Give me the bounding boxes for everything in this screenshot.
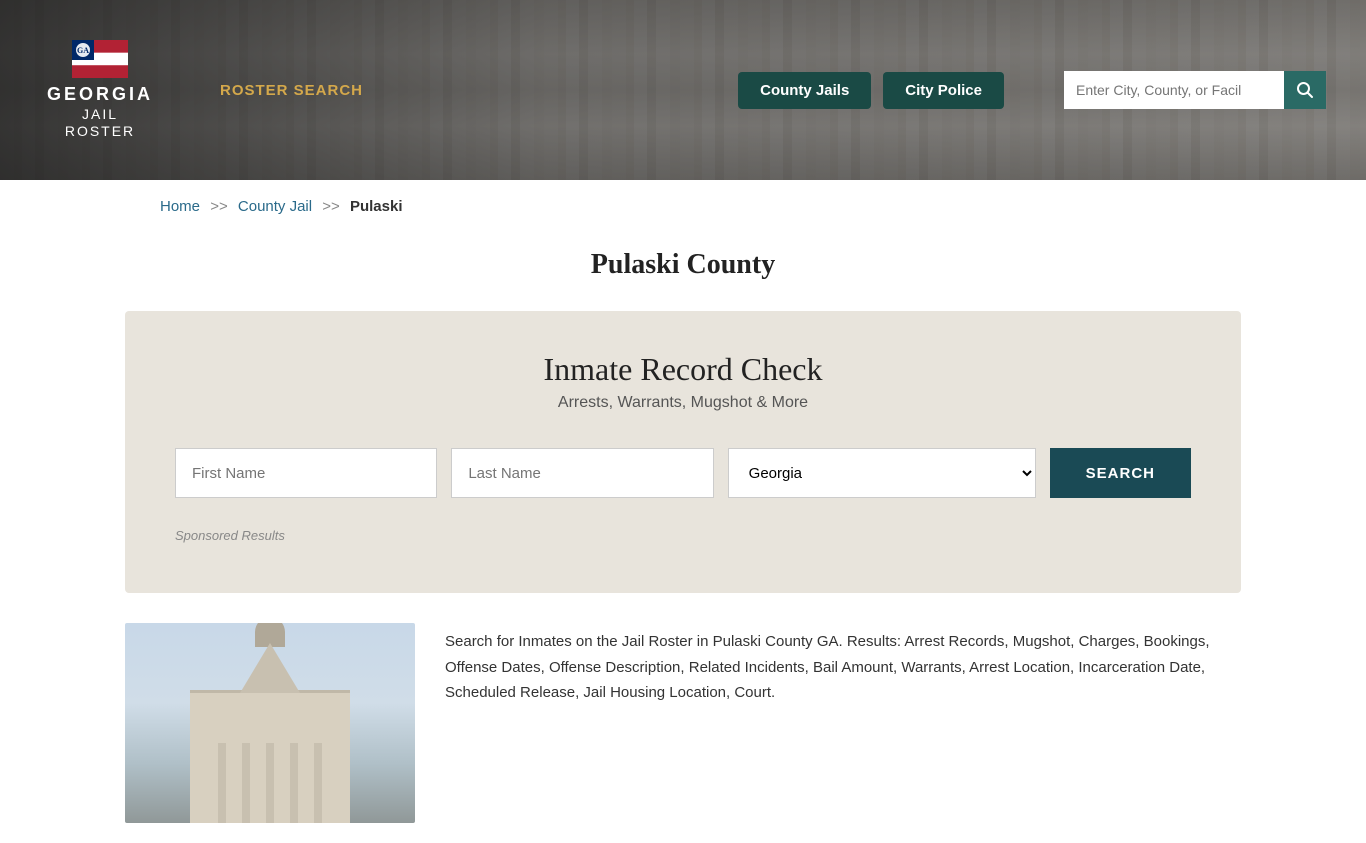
last-name-input[interactable] [451,448,713,498]
header-nav: ROSTER SEARCH County Jails City Police [220,71,1326,109]
header-search-button[interactable] [1284,71,1326,109]
page-title: Pulaski County [0,233,1366,311]
nav-buttons: County Jails City Police [738,72,1004,109]
site-header: GA GEORGIA JAIL ROSTER ROSTER SEARCH Cou… [0,0,1366,180]
breadcrumb-home[interactable]: Home [160,198,200,215]
search-icon [1296,81,1314,99]
record-check-form: AlabamaAlaskaArizonaArkansasCaliforniaCo… [175,448,1191,498]
header-search-area [1064,71,1326,109]
header-search-input[interactable] [1064,71,1284,109]
courthouse-columns [210,723,330,823]
column-1 [218,743,226,823]
breadcrumb-current: Pulaski [350,198,403,215]
courthouse-dome [255,623,285,647]
logo-georgia: GEORGIA [47,84,153,106]
sponsored-results: Sponsored Results [175,528,1191,543]
bottom-description: Search for Inmates on the Jail Roster in… [445,623,1241,823]
record-search-button[interactable]: SEARCH [1050,448,1191,498]
breadcrumb-sep-1: >> [210,198,228,215]
logo-jail: JAIL [82,106,118,123]
city-police-button[interactable]: City Police [883,72,1004,109]
roster-search-link[interactable]: ROSTER SEARCH [220,82,363,99]
record-check-title: Inmate Record Check [175,351,1191,388]
bottom-section: Search for Inmates on the Jail Roster in… [125,623,1241,823]
svg-text:GA: GA [77,46,89,55]
breadcrumb-sep-2: >> [322,198,340,215]
record-check-section: Inmate Record Check Arrests, Warrants, M… [125,311,1241,593]
county-jails-button[interactable]: County Jails [738,72,871,109]
record-check-subtitle: Arrests, Warrants, Mugshot & More [175,394,1191,412]
site-logo[interactable]: GA GEORGIA JAIL ROSTER [40,40,160,139]
courthouse-image [125,623,415,823]
column-3 [266,743,274,823]
column-4 [290,743,298,823]
state-select[interactable]: AlabamaAlaskaArizonaArkansasCaliforniaCo… [728,448,1036,498]
column-2 [242,743,250,823]
logo-roster: ROSTER [65,123,135,140]
column-5 [314,743,322,823]
georgia-flag-icon: GA [72,40,128,78]
breadcrumb: Home >> County Jail >> Pulaski [0,180,1366,233]
first-name-input[interactable] [175,448,437,498]
breadcrumb-county-jail[interactable]: County Jail [238,198,312,215]
